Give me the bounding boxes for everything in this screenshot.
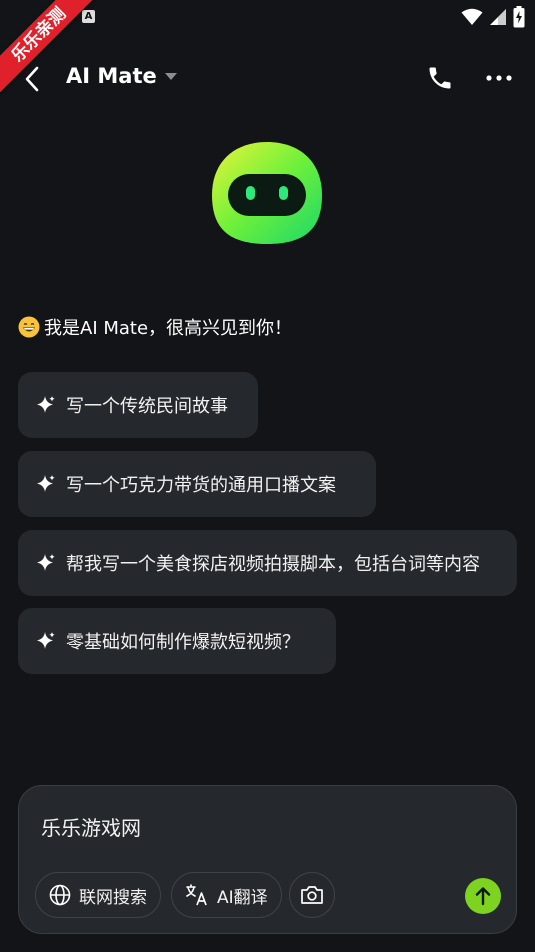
web-search-button[interactable]: 联网搜索 bbox=[35, 872, 161, 918]
grinning-face-icon bbox=[18, 316, 40, 338]
suggestion-text: 写一个巧克力带货的通用口播文案 bbox=[66, 475, 336, 496]
message-composer: 乐乐游戏网 联网搜索 AI翻译 bbox=[18, 785, 517, 934]
translate-icon bbox=[186, 884, 207, 906]
caret-down-icon[interactable] bbox=[164, 72, 178, 81]
greeting-message: 我是AI Mate，很高兴见到你！ bbox=[18, 314, 292, 340]
suggestion-chip[interactable]: 零基础如何制作爆款短视频？ bbox=[18, 608, 336, 674]
globe-icon bbox=[49, 884, 71, 906]
suggestion-text: 零基础如何制作爆款短视频？ bbox=[66, 632, 300, 653]
ai-mate-avatar bbox=[212, 142, 322, 244]
send-button[interactable] bbox=[465, 878, 501, 914]
more-options-icon[interactable] bbox=[484, 66, 514, 90]
suggestion-text: 写一个传统民间故事 bbox=[66, 396, 228, 417]
message-input[interactable]: 乐乐游戏网 bbox=[41, 812, 141, 841]
suggestion-chip[interactable]: 帮我写一个美食探店视频拍摄脚本，包括台词等内容 bbox=[18, 530, 517, 596]
ai-translate-button[interactable]: AI翻译 bbox=[171, 872, 282, 918]
sparkle-icon bbox=[37, 632, 55, 649]
watermark-ribbon: 乐乐亲测 bbox=[0, 0, 110, 110]
suggestion-chip[interactable]: 写一个巧克力带货的通用口播文案 bbox=[18, 451, 376, 517]
greeting-text: 我是AI Mate，很高兴见到你！ bbox=[44, 318, 293, 339]
camera-icon bbox=[301, 886, 323, 904]
camera-button[interactable] bbox=[289, 872, 335, 918]
watermark-text: 乐乐亲测 bbox=[0, 0, 102, 98]
sparkle-icon bbox=[37, 396, 55, 413]
phone-call-icon[interactable] bbox=[426, 64, 454, 92]
signal-icon bbox=[490, 9, 506, 25]
suggestion-text: 帮我写一个美食探店视频拍摄脚本，包括台词等内容 bbox=[66, 554, 480, 575]
sparkle-icon bbox=[37, 554, 55, 571]
wifi-icon bbox=[461, 8, 483, 25]
suggestion-chip[interactable]: 写一个传统民间故事 bbox=[18, 372, 258, 438]
battery-icon bbox=[513, 6, 525, 28]
ai-translate-label: AI翻译 bbox=[217, 887, 268, 908]
status-icons bbox=[461, 6, 525, 28]
web-search-label: 联网搜索 bbox=[79, 887, 147, 908]
arrow-up-icon bbox=[475, 887, 491, 906]
sparkle-icon bbox=[37, 475, 55, 492]
